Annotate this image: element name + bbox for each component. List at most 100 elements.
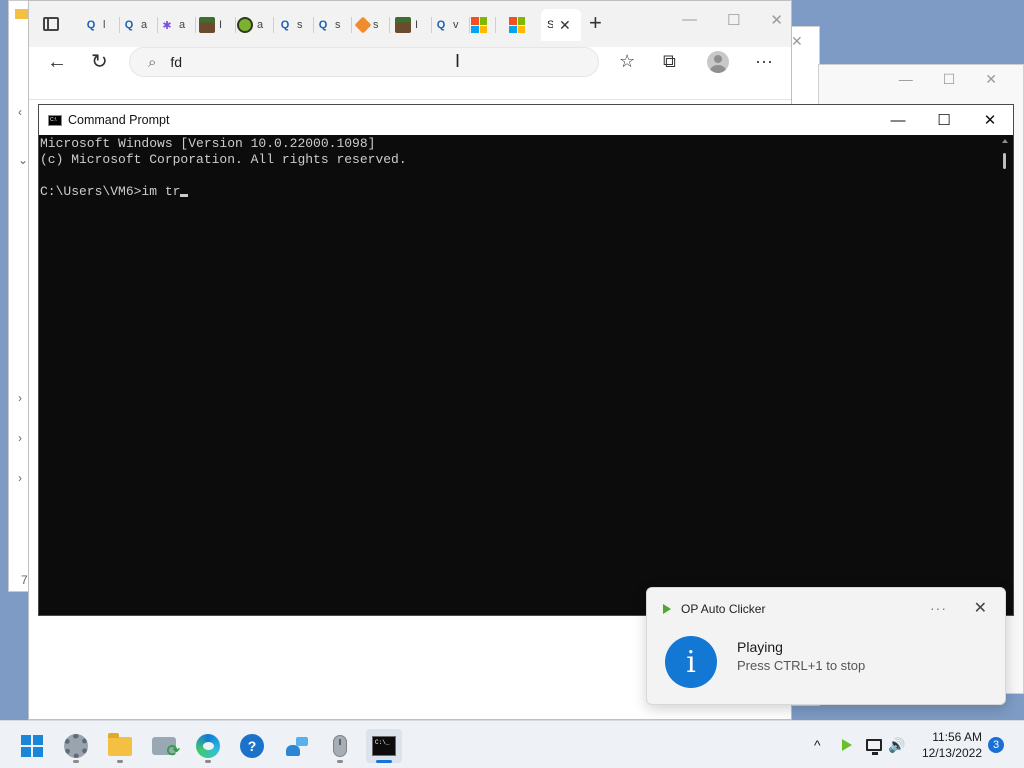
maximize-button[interactable]: ☐ [727,11,740,29]
browser-tab[interactable]: ✱ a [159,11,196,39]
help-icon: ? [240,734,264,758]
mouse-icon [333,735,347,757]
taskbar-file-explorer[interactable] [102,729,138,763]
scrollbar[interactable] [997,135,1013,615]
text-cursor [180,194,189,197]
browser-tab[interactable]: Qs [315,11,352,39]
address-input[interactable] [170,54,431,70]
globe-badge-icon [237,17,253,33]
info-icon: i [665,636,717,688]
show-hidden-icons-button[interactable]: ^ [814,721,821,768]
toast-title: Playing [737,639,783,655]
clock-date: 12/13/2022 [921,746,982,760]
text-cursor-icon: I [455,51,461,71]
new-tab-button[interactable]: + [589,12,602,34]
active-tab[interactable]: S ✕ [541,9,581,41]
chevron-down-icon: ⌄ [18,153,29,167]
browser-tab[interactable]: s [354,11,390,39]
volume-icon[interactable]: 🔊 [888,721,905,768]
refresh-icon[interactable]: ↻ [91,51,108,73]
scroll-up-icon[interactable] [1002,139,1008,143]
gear-icon [64,734,88,758]
folder-icon [108,732,132,756]
edge-icon [196,734,220,758]
browser-tab[interactable]: I [199,11,236,39]
collections-icon[interactable]: ⧉ [663,51,676,72]
microsoft-logo-icon [509,17,525,33]
browser-tab[interactable]: Qa [121,11,158,39]
window-title: Command Prompt [68,113,170,127]
windows-logo-icon [21,735,43,757]
console-line: Microsoft Windows [Version 10.0.22000.10… [40,136,376,151]
cmd-title-bar[interactable]: Command Prompt — ☐ ✕ [39,105,1013,135]
toast-body: Press CTRL+1 to stop [737,658,866,673]
favorites-icon[interactable]: ☆ [619,51,635,72]
close-icon[interactable]: ✕ [791,33,803,50]
taskbar-settings[interactable] [58,729,94,763]
taskbar-get-help[interactable]: ? [234,729,270,763]
browser-tab[interactable]: a [237,11,274,39]
search-icon: ⌕ [148,53,157,71]
console-input-line[interactable]: C:\Users\VM6>im tr [40,184,996,200]
taskbar-edge[interactable] [190,729,226,763]
profile-avatar[interactable] [707,51,729,73]
folder-icon [15,9,29,19]
browser-tab[interactable]: Ql [83,11,120,39]
network-icon[interactable] [866,721,882,768]
maximize-button[interactable]: ☐ [921,105,967,135]
search-icon: Q [318,19,328,31]
close-button[interactable]: ✕ [985,71,997,88]
cursor-click-icon: ✱ [162,19,172,32]
close-tab-icon[interactable]: ✕ [559,17,571,34]
divider [29,99,791,100]
taskbar-sync-app[interactable] [146,729,182,763]
search-icon: Q [436,19,446,31]
console-output[interactable]: Microsoft Windows [Version 10.0.22000.10… [39,135,997,615]
tray-auto-clicker[interactable] [842,721,852,768]
maximize-button[interactable]: ☐ [943,71,956,88]
start-button[interactable] [14,729,50,763]
close-icon[interactable]: ✕ [974,598,987,618]
microsoft-logo-icon [471,17,487,33]
close-button[interactable]: ✕ [967,105,1013,135]
minimize-button[interactable]: — [899,71,913,88]
taskbar-command-prompt[interactable] [366,729,402,763]
console-line: ​ [40,168,996,184]
diamond-icon [354,16,372,34]
sync-icon [152,737,180,761]
scrollbar-thumb[interactable] [1003,153,1006,169]
search-icon: Q [124,19,134,31]
search-icon: Q [280,19,290,31]
background-text: 7 [21,573,28,587]
browser-tab[interactable] [509,11,525,39]
browser-tab[interactable]: Qv [433,11,470,39]
browser-tab[interactable] [471,11,496,39]
close-button[interactable]: ✕ [770,11,783,29]
chevron-right-icon: › [18,431,22,445]
browser-tab[interactable]: I [395,11,432,39]
minecraft-icon [199,17,215,33]
command-prompt-window[interactable]: Command Prompt — ☐ ✕ Microsoft Windows [… [38,104,1014,616]
terminal-icon [372,736,396,756]
clock[interactable]: 11:56 AM 12/13/2022 [918,729,982,761]
minimize-button[interactable]: — [875,105,921,135]
chevron-right-icon: › [18,391,22,405]
more-options-icon[interactable]: ··· [930,600,947,616]
tab-bar: Ql Qa ✱ a I a Qs Qs s I Qv S ✕ + — ☐ ✕ [29,1,791,47]
notification-badge[interactable]: 3 [988,737,1004,753]
minimize-button[interactable]: — [682,11,697,29]
notification-toast[interactable]: OP Auto Clicker ··· ✕ i Playing Press CT… [646,587,1006,705]
back-arrow-icon[interactable]: ← [47,51,67,73]
minecraft-icon [395,17,411,33]
console-line: (c) Microsoft Corporation. All rights re… [40,152,407,167]
back-chevron-icon: ‹ [18,105,22,119]
address-bar[interactable]: ⌕ [129,47,599,77]
taskbar-quick-assist[interactable] [278,729,314,763]
taskbar-mouse-app[interactable] [322,729,358,763]
clock-time: 11:56 AM [932,730,982,744]
browser-tab[interactable]: Qs [277,11,314,39]
more-options-icon[interactable]: ··· [755,51,773,72]
search-icon: Q [86,19,96,31]
quick-assist-icon [284,735,308,757]
tab-actions-icon[interactable] [43,17,59,31]
